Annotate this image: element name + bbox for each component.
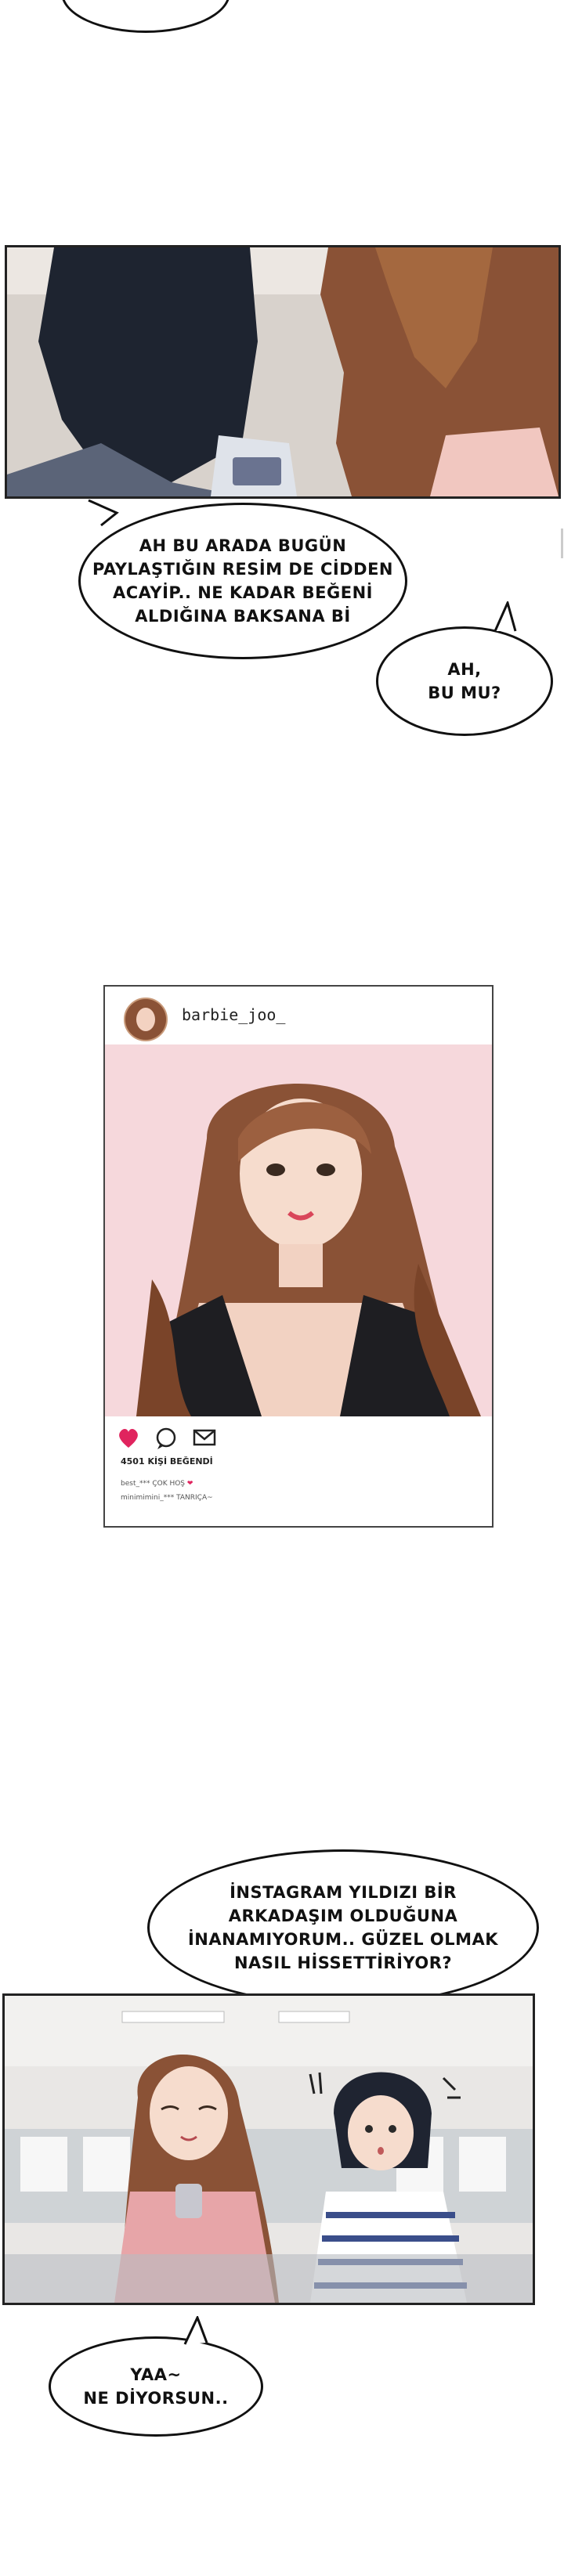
speech-bubble-1: AH BU ARADA BUGÜN PAYLAŞTIĞIN RESİM DE C… — [78, 503, 407, 659]
speech-bubble-1-tail — [88, 499, 119, 527]
panel-classroom-art — [5, 1996, 533, 2303]
speech-bubble-2-text: AH, BU MU? — [428, 660, 501, 702]
speech-bubble-2: AH, BU MU? — [376, 626, 553, 736]
panel-classroom — [2, 1993, 535, 2305]
speech-bubble-3-text: İNSTAGRAM YILDIZI BİR ARKADAŞIM OLDUĞUNA… — [187, 1883, 499, 1972]
post-username[interactable]: barbie_joo_ — [182, 1005, 285, 1024]
comment-1-text: best_*** ÇOK HOŞ — [121, 1480, 186, 1488]
speech-bubble-4: YAA~ NE DİYORSUN.. — [49, 2336, 263, 2437]
scrollbar-indicator — [561, 529, 563, 558]
comment-icon[interactable] — [156, 1427, 176, 1449]
comment-2: minimimini_*** TANRIÇA~ — [121, 1494, 213, 1502]
heart-icon[interactable] — [119, 1429, 138, 1448]
panel-hair-closeup-art — [7, 247, 559, 496]
comment-heart-icon: ❤ — [186, 1480, 193, 1488]
instagram-post-card: barbie_joo_ 4501 KİŞİ BEĞENDİ best_*** Ç… — [103, 985, 494, 1528]
speech-bubble-4-text: YAA~ NE DİYORSUN.. — [83, 2365, 229, 2408]
likes-count: 4501 KİŞİ BEĞENDİ — [121, 1456, 213, 1467]
speech-bubble-2-tail — [494, 601, 517, 632]
share-icon[interactable] — [193, 1429, 216, 1446]
profile-avatar[interactable] — [124, 998, 168, 1041]
speech-bubble-4-tail — [183, 2316, 208, 2345]
speech-bubble-1-text: AH BU ARADA BUGÜN PAYLAŞTIĞIN RESİM DE C… — [92, 536, 393, 626]
comment-1: best_*** ÇOK HOŞ ❤ — [121, 1480, 193, 1488]
post-actions — [116, 1426, 226, 1449]
post-header: barbie_joo_ — [105, 987, 492, 1044]
post-photo — [105, 1044, 492, 1416]
speech-bubble-3: İNSTAGRAM YILDIZI BİR ARKADAŞIM OLDUĞUNA… — [147, 1849, 539, 2006]
speech-bubble-top-partial — [61, 0, 230, 33]
panel-hair-closeup — [5, 245, 561, 499]
